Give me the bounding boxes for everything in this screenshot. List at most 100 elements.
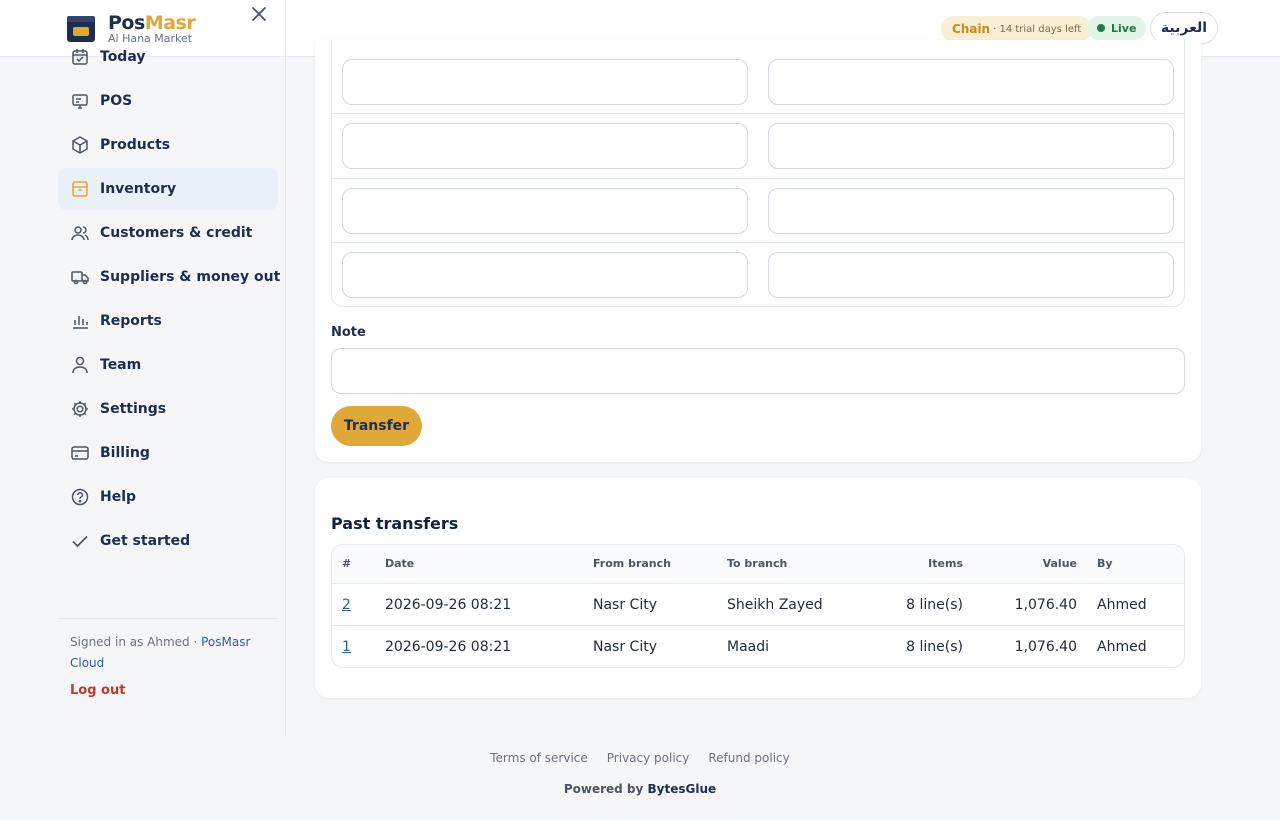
archive-icon bbox=[70, 179, 90, 199]
row-divider bbox=[332, 242, 1184, 243]
sidebar-item-settings[interactable]: Settings bbox=[58, 388, 278, 430]
sidebar-item-suppliers[interactable]: Suppliers & money out bbox=[58, 256, 281, 298]
column-header: Date bbox=[385, 557, 415, 570]
sidebar-item-pos[interactable]: POS bbox=[58, 80, 278, 122]
note-input[interactable] bbox=[331, 348, 1185, 394]
user-icon bbox=[70, 355, 90, 375]
users-icon bbox=[70, 223, 90, 243]
line-field[interactable] bbox=[342, 252, 748, 298]
check-icon bbox=[70, 531, 90, 551]
sidebar-item-customers[interactable]: Customers & credit bbox=[58, 212, 278, 254]
trial-badge[interactable]: Chain · 14 trial days left bbox=[941, 16, 1093, 42]
plan-name: Chain bbox=[952, 22, 991, 36]
gear-icon bbox=[70, 399, 90, 419]
cell-by: Ahmed bbox=[1097, 639, 1147, 655]
privacy-link[interactable]: Privacy policy bbox=[607, 751, 690, 765]
cell-to-branch: Maadi bbox=[727, 639, 770, 655]
sidebar-item-get-started[interactable]: Get started bbox=[58, 520, 278, 562]
line-field[interactable] bbox=[768, 59, 1174, 105]
live-status-badge: Live bbox=[1087, 16, 1147, 40]
line-field[interactable] bbox=[342, 123, 748, 169]
line-field[interactable] bbox=[342, 59, 748, 105]
sidebar-item-label: Help bbox=[100, 489, 137, 505]
column-header: From branch bbox=[593, 557, 671, 570]
sidebar-item-label: Customers & credit bbox=[100, 225, 253, 241]
sidebar-item-team[interactable]: Team bbox=[58, 344, 278, 386]
past-transfers-table: # Date From branch To branch Items Value… bbox=[331, 544, 1185, 668]
column-header: Items bbox=[928, 557, 963, 570]
signed-in-info: Signed in as Ahmed · PosMasr Cloud bbox=[70, 632, 270, 674]
sidebar-item-reports[interactable]: Reports bbox=[58, 300, 278, 342]
cell-from-branch: Nasr City bbox=[593, 639, 657, 655]
transfer-id-link[interactable]: 2 bbox=[342, 597, 351, 613]
row-divider bbox=[332, 113, 1184, 114]
close-icon bbox=[252, 7, 266, 21]
brand-name: PosMasr bbox=[108, 12, 196, 34]
table-row[interactable]: 2 2026-09-26 08:21 Nasr City Sheikh Zaye… bbox=[332, 584, 1184, 626]
brand-name-part2: Masr bbox=[144, 12, 196, 34]
sidebar-item-label: POS bbox=[100, 93, 133, 109]
cell-items: 8 line(s) bbox=[906, 597, 963, 613]
sidebar-item-help[interactable]: Help bbox=[58, 476, 278, 518]
sidebar-item-label: Settings bbox=[100, 401, 167, 417]
help-circle-icon bbox=[70, 487, 90, 507]
sidebar-item-inventory[interactable]: Inventory bbox=[58, 168, 278, 210]
cell-value: 1,076.40 bbox=[1014, 597, 1077, 613]
column-header: Value bbox=[1042, 557, 1077, 570]
section-title: Past transfers bbox=[331, 514, 459, 533]
transfer-button[interactable]: Transfer bbox=[331, 406, 422, 446]
transfer-form-card: Note Transfer bbox=[315, 40, 1201, 462]
sidebar-item-label: Today bbox=[100, 49, 146, 65]
cell-from-branch: Nasr City bbox=[593, 597, 657, 613]
terms-link[interactable]: Terms of service bbox=[490, 751, 588, 765]
line-field[interactable] bbox=[768, 252, 1174, 298]
calendar-icon bbox=[70, 47, 90, 67]
column-header: # bbox=[342, 557, 352, 570]
row-divider bbox=[332, 178, 1184, 179]
live-dot-icon bbox=[1097, 24, 1105, 32]
sidebar-item-label: Inventory bbox=[100, 181, 177, 197]
cell-by: Ahmed bbox=[1097, 597, 1147, 613]
refund-link[interactable]: Refund policy bbox=[708, 751, 789, 765]
cell-date: 2026-09-26 08:21 bbox=[385, 597, 512, 613]
cell-to-branch: Sheikh Zayed bbox=[727, 597, 823, 613]
box-icon bbox=[70, 135, 90, 155]
credit-card-icon bbox=[70, 443, 90, 463]
transfer-lines-box bbox=[331, 40, 1185, 307]
sidebar-item-products[interactable]: Products bbox=[58, 124, 278, 166]
cell-value: 1,076.40 bbox=[1014, 639, 1077, 655]
signed-in-text: Signed in as Ahmed · bbox=[70, 635, 202, 649]
sidebar: Today POS Products Inventory Customers &… bbox=[0, 49, 286, 737]
transfer-id-link[interactable]: 1 bbox=[342, 639, 351, 655]
sidebar-item-label: Billing bbox=[100, 445, 150, 461]
sidebar-item-billing[interactable]: Billing bbox=[58, 432, 278, 474]
live-label: Live bbox=[1111, 21, 1137, 35]
sidebar-item-label: Products bbox=[100, 137, 171, 153]
sidebar-item-label: Suppliers & money out bbox=[100, 269, 281, 285]
footer-links: Terms of service Privacy policy Refund p… bbox=[0, 751, 1280, 765]
brand-name-part1: Pos bbox=[108, 12, 145, 34]
past-transfers-card: Past transfers # Date From branch To bra… bbox=[315, 478, 1201, 698]
column-header: To branch bbox=[727, 557, 788, 570]
sidebar-item-label: Team bbox=[100, 357, 142, 373]
logout-link[interactable]: Log out bbox=[70, 683, 125, 698]
monitor-icon bbox=[70, 91, 90, 111]
powered-by: Powered by BytesGlue bbox=[0, 782, 1280, 796]
header-divider bbox=[285, 0, 286, 57]
sidebar-divider bbox=[58, 618, 278, 619]
table-header: # Date From branch To branch Items Value… bbox=[332, 545, 1184, 584]
line-field[interactable] bbox=[342, 188, 748, 234]
cell-items: 8 line(s) bbox=[906, 639, 963, 655]
sidebar-item-today[interactable]: Today bbox=[58, 36, 278, 78]
powered-by-brand[interactable]: BytesGlue bbox=[648, 782, 717, 796]
sidebar-item-label: Get started bbox=[100, 533, 191, 549]
close-sidebar-button[interactable] bbox=[250, 6, 268, 24]
note-label: Note bbox=[331, 325, 366, 340]
trial-days-left: · 14 trial days left bbox=[993, 23, 1082, 35]
line-field[interactable] bbox=[768, 123, 1174, 169]
cell-date: 2026-09-26 08:21 bbox=[385, 639, 512, 655]
table-row[interactable]: 1 2026-09-26 08:21 Nasr City Maadi 8 lin… bbox=[332, 626, 1184, 667]
column-header: By bbox=[1097, 557, 1113, 570]
line-field[interactable] bbox=[768, 188, 1174, 234]
bar-chart-icon bbox=[70, 311, 90, 331]
